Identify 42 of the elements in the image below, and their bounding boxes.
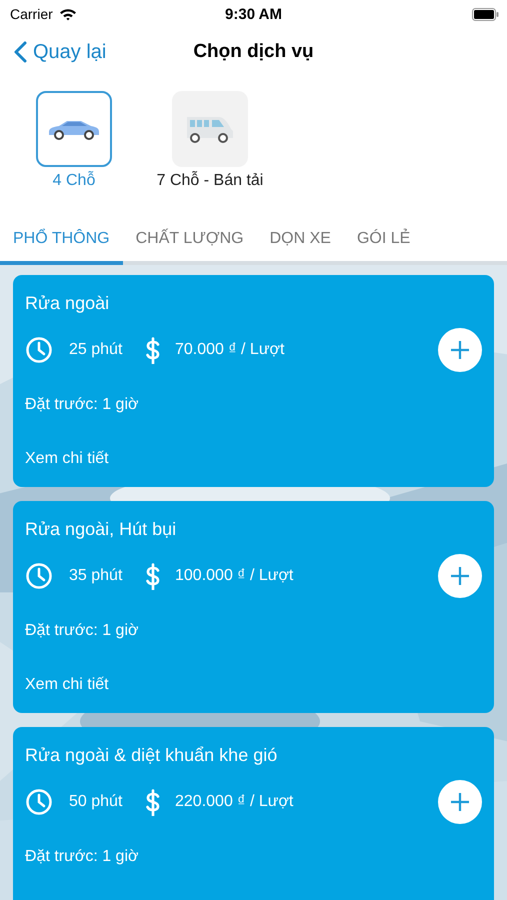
back-button[interactable]: Quay lại <box>14 40 106 64</box>
booking-text: Đặt trước: 1 giờ <box>25 848 140 866</box>
time-label: 9:30 AM <box>225 6 282 22</box>
category-tab[interactable]: CHẤT LƯỢNG <box>122 218 257 265</box>
category-tab[interactable]: DỌN XE <box>256 218 344 265</box>
car-icon <box>47 118 101 140</box>
booking-text: Đặt trước: 1 giờ <box>25 622 140 640</box>
add-button[interactable] <box>438 328 482 372</box>
duration-text: 50 phút <box>69 793 124 811</box>
add-button[interactable] <box>438 780 482 824</box>
van-icon <box>185 114 235 144</box>
battery-icon <box>472 8 499 20</box>
price-text: 70.000 ₫ / Lượt <box>175 341 284 359</box>
add-button[interactable] <box>438 554 482 598</box>
vehicle-option[interactable] <box>36 91 112 167</box>
carrier-label: Carrier <box>10 6 53 22</box>
vehicle-option[interactable] <box>172 91 248 167</box>
vehicle-label: 4 Chỗ <box>52 172 96 190</box>
plus-icon <box>450 792 470 812</box>
back-chevron-icon <box>14 41 27 63</box>
duration-text: 35 phút <box>69 567 124 585</box>
booking-text: Đặt trước: 1 giờ <box>25 396 140 414</box>
category-tab[interactable]: GÓI LẺ <box>344 218 424 265</box>
dollar-icon <box>145 336 161 364</box>
price-text: 100.000 ₫ / Lượt <box>175 567 294 585</box>
dollar-icon <box>145 788 161 816</box>
dollar-icon <box>145 562 161 590</box>
plus-icon <box>450 566 470 586</box>
wifi-icon <box>58 8 77 20</box>
service-name: Rửa ngoài & diệt khuẩn khe gió <box>25 745 278 766</box>
clock-icon <box>25 336 53 364</box>
price-text: 220.000 ₫ / Lượt <box>175 793 294 811</box>
duration-text: 25 phút <box>69 341 124 359</box>
vehicle-label: 7 Chỗ - Bán tải <box>156 172 264 190</box>
clock-icon <box>25 788 53 816</box>
clock-icon <box>25 562 53 590</box>
service-name: Rửa ngoài <box>25 293 110 314</box>
screen-title: Chọn dịch vụ <box>193 41 314 63</box>
plus-icon <box>450 340 470 360</box>
service-name: Rửa ngoài, Hút bụi <box>25 519 178 540</box>
details-link[interactable]: Xem chi tiết <box>25 676 482 694</box>
details-link[interactable]: Xem chi tiết <box>25 450 482 468</box>
